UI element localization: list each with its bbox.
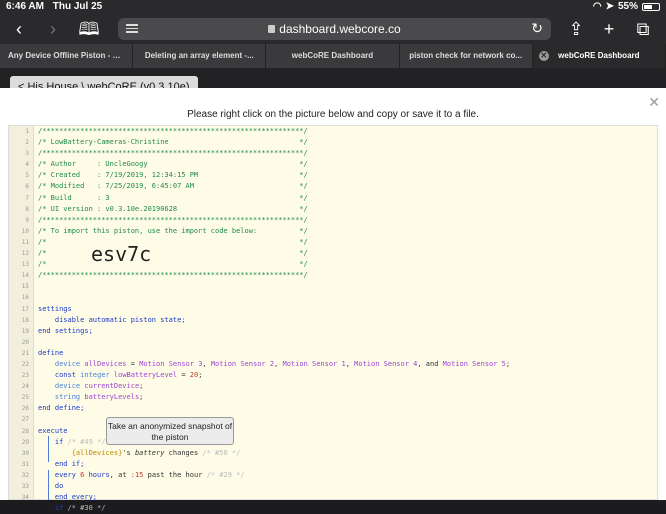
code-line: /* Modified : 7/25/2019, 6:45:07 AM */ bbox=[38, 182, 308, 191]
line-number: 4 bbox=[25, 161, 29, 169]
line-number: 13 bbox=[21, 261, 29, 269]
bookmarks-icon[interactable]: 🕮 bbox=[78, 18, 100, 40]
tab-label: webCoRE Dashboard bbox=[558, 51, 640, 60]
code-line: string batteryLevels; bbox=[54, 393, 144, 402]
line-number: 32 bbox=[21, 471, 29, 479]
code-line: const integer lowBatteryLevel = 20; bbox=[54, 371, 203, 380]
status-date: Thu Jul 25 bbox=[52, 1, 103, 12]
if-block-bracket bbox=[48, 436, 49, 462]
line-number: 27 bbox=[21, 416, 29, 424]
code-line: if /* #30 */ bbox=[54, 504, 106, 513]
line-number: 28 bbox=[21, 427, 29, 435]
line-number: 18 bbox=[21, 316, 29, 324]
every-block-bracket bbox=[48, 470, 49, 500]
line-number: 20 bbox=[21, 338, 29, 346]
new-tab-icon[interactable]: + bbox=[598, 18, 620, 40]
line-number: 10 bbox=[21, 227, 29, 235]
close-tab-icon[interactable]: ✕ bbox=[538, 51, 549, 61]
code-line: /***************************************… bbox=[38, 127, 308, 135]
line-number: 34 bbox=[21, 494, 29, 502]
code-lines: /***************************************… bbox=[38, 126, 657, 514]
page-content: < His House \ webCoRE (v0.3.10e) ✕ Pleas… bbox=[0, 68, 666, 512]
snapshot-tooltip: Take an anonymized snapshot of the pisto… bbox=[106, 417, 234, 445]
line-number: 21 bbox=[21, 349, 29, 357]
code-line: {allDevices}'s battery changes /* #50 */ bbox=[71, 448, 241, 457]
line-number: 11 bbox=[21, 238, 29, 246]
line-number: 1 bbox=[25, 128, 29, 135]
code-line: every 6 hours, at :15 past the hour /* #… bbox=[54, 470, 245, 479]
line-number: 14 bbox=[21, 272, 29, 280]
line-number: 6 bbox=[25, 183, 29, 191]
code-line: /* To import this piston, use the import… bbox=[38, 226, 308, 235]
reload-icon[interactable]: ↻ bbox=[531, 20, 543, 37]
line-number: 24 bbox=[21, 383, 29, 391]
location-icon: ➤ bbox=[605, 1, 614, 12]
import-code: esv7c bbox=[91, 242, 152, 266]
code-line: /***************************************… bbox=[38, 215, 308, 224]
status-bar: 6:46 AM Thu Jul 25 ◠ ➤ 55% bbox=[0, 0, 666, 14]
line-number: 9 bbox=[25, 216, 29, 224]
browser-toolbar: ‹ › 🕮 dashboard.webcore.co ↻ ⇪ + ⧉ bbox=[0, 14, 666, 44]
line-number: 16 bbox=[21, 294, 29, 302]
wifi-icon: ◠ bbox=[592, 1, 602, 12]
code-line: end settings; bbox=[38, 326, 93, 335]
line-number: 3 bbox=[25, 150, 29, 158]
code-line: end define; bbox=[38, 404, 85, 413]
line-number: 5 bbox=[25, 172, 29, 180]
code-line: end every; bbox=[38, 493, 98, 502]
tab-piston-check[interactable]: piston check for network co... bbox=[400, 44, 533, 68]
code-line: disable automatic piston state; bbox=[38, 315, 186, 324]
line-number: 23 bbox=[21, 372, 29, 380]
code-line: end if; bbox=[38, 459, 85, 468]
url-text: dashboard.webcore.co bbox=[279, 22, 401, 36]
line-number: 8 bbox=[25, 205, 29, 213]
tab-device-offline[interactable]: Any Device Offline Piston - E... bbox=[0, 44, 134, 68]
code-line: /* Author : UncleGoogy */ bbox=[38, 160, 308, 169]
tab-webcore-dashboard-active[interactable]: ✕ webCoRE Dashboard bbox=[532, 44, 666, 68]
code-line: device currentDevice; bbox=[54, 382, 144, 391]
address-bar[interactable]: dashboard.webcore.co ↻ bbox=[118, 18, 551, 40]
line-number: 29 bbox=[21, 438, 29, 446]
line-number: 30 bbox=[21, 449, 29, 457]
status-time: 6:46 AM bbox=[6, 1, 44, 12]
line-number: 12 bbox=[21, 250, 29, 258]
line-number: 31 bbox=[21, 460, 29, 468]
piston-code-image: 1 2 3 4 5 6 7 8 9 10 11 12 13 14 15 16 17 18 19 20 21 22 23 24 2… bbox=[8, 125, 658, 512]
line-number: 19 bbox=[21, 327, 29, 335]
line-number: 15 bbox=[21, 283, 29, 291]
code-line: device allDevices = Motion Sensor 3, Mot… bbox=[54, 359, 511, 368]
code-line: /***************************************… bbox=[38, 149, 308, 158]
code-line: /* Build : 3 */ bbox=[38, 193, 308, 202]
back-icon[interactable]: ‹ bbox=[8, 18, 30, 40]
modal-hint: Please right click on the picture below … bbox=[187, 109, 479, 120]
line-number: 7 bbox=[25, 194, 29, 202]
battery-icon bbox=[642, 2, 660, 11]
snapshot-modal: ✕ Please right click on the picture belo… bbox=[0, 88, 666, 512]
tab-deleting-array[interactable]: Deleting an array element -... bbox=[133, 44, 267, 68]
line-number: 17 bbox=[21, 305, 29, 313]
tabs-overview-icon[interactable]: ⧉ bbox=[632, 18, 654, 40]
forward-icon[interactable]: › bbox=[42, 18, 64, 40]
code-line: define bbox=[38, 348, 64, 357]
code-line: do bbox=[38, 482, 64, 490]
battery-percent: 55% bbox=[617, 1, 638, 12]
code-line: settings bbox=[38, 304, 72, 313]
share-icon[interactable]: ⇪ bbox=[565, 18, 587, 40]
tab-webcore-dashboard-1[interactable]: webCoRE Dashboard bbox=[266, 44, 400, 68]
code-line: /* Created : 7/19/2019, 12:34:15 PM */ bbox=[38, 171, 308, 180]
line-number: 25 bbox=[21, 394, 29, 402]
code-line: /* LowBattery-Cameras-Christine */ bbox=[38, 138, 308, 147]
line-number: 26 bbox=[21, 405, 29, 413]
code-line: /* UI version : v0.3.10e.20190628 */ bbox=[38, 204, 308, 213]
line-number: 2 bbox=[25, 139, 29, 147]
tab-bar: Any Device Offline Piston - E... Deletin… bbox=[0, 44, 666, 68]
code-line: /***************************************… bbox=[38, 271, 308, 280]
line-number-gutter: 1 2 3 4 5 6 7 8 9 10 11 12 13 14 15 16 17 18 19 20 21 22 23 24 2… bbox=[9, 126, 34, 501]
line-number: 33 bbox=[21, 483, 29, 490]
line-number: 22 bbox=[21, 360, 29, 368]
lock-icon bbox=[268, 25, 276, 33]
